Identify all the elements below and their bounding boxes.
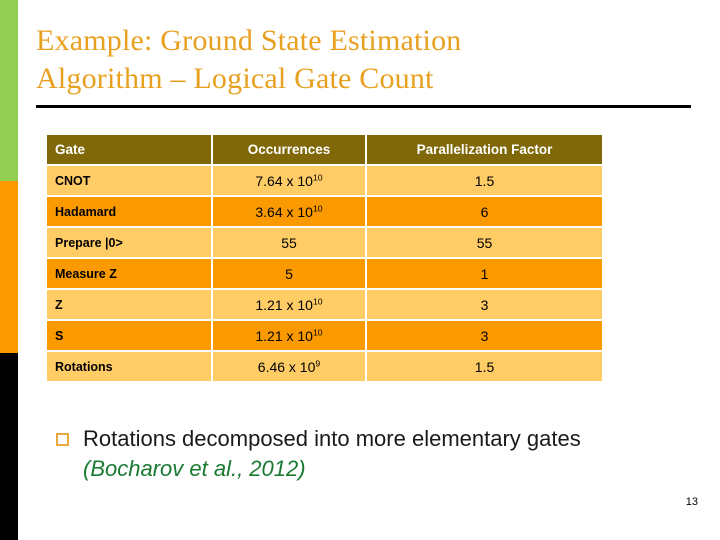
occurrence-mantissa: 6.46 x 10	[257, 358, 316, 375]
table-row: CNOT 7.64 x 1010 1.5	[47, 166, 602, 195]
cell-gate: CNOT	[47, 166, 211, 195]
cell-occurrences: 6.46 x 109	[213, 352, 365, 381]
cell-gate: Hadamard	[47, 197, 211, 226]
cell-parallelization-factor: 1	[367, 259, 602, 288]
cell-parallelization-factor: 1.5	[367, 166, 602, 195]
cell-parallelization-factor: 6	[367, 197, 602, 226]
cell-gate: Z	[47, 290, 211, 319]
column-header-occurrences: Occurrences	[213, 135, 365, 164]
cell-parallelization-factor: 1.5	[367, 352, 602, 381]
cell-parallelization-factor: 55	[367, 228, 602, 257]
occurrence-mantissa: 7.64 x 10	[255, 172, 313, 189]
citation-reference: (Bocharov et al., 2012)	[83, 455, 306, 481]
list-item: Rotations decomposed into more elementar…	[83, 424, 671, 484]
table-body: CNOT 7.64 x 1010 1.5 Hadamard 3.64 x 1010 6 Pr…	[47, 166, 602, 381]
cell-occurrences: 5	[213, 259, 365, 288]
bullet-list: Rotations decomposed into more elementar…	[56, 424, 671, 484]
table-row: Z 1.21 x 1010 3	[47, 290, 602, 319]
occurrence-mantissa: 3.64 x 10	[255, 203, 313, 220]
table-header-row: Gate Occurrences Parallelization Factor	[47, 135, 602, 164]
occurrence-exponent: 9	[315, 357, 321, 368]
cell-occurrences: 3.64 x 1010	[213, 197, 365, 226]
occurrence-mantissa: 1.21 x 10	[255, 296, 313, 313]
cell-occurrences: 55	[213, 228, 365, 257]
column-header-parallelization: Parallelization Factor	[367, 135, 602, 164]
cell-occurrences: 1.21 x 1010	[213, 290, 365, 319]
table-header: Gate Occurrences Parallelization Factor	[47, 135, 602, 164]
page-number: 13	[685, 496, 698, 508]
stripe-segment-orange	[0, 181, 18, 353]
table-row: Hadamard 3.64 x 1010 6	[47, 197, 602, 226]
table-row: S 1.21 x 1010 3	[47, 321, 602, 350]
occurrence-exponent: 10	[312, 171, 323, 182]
cell-occurrences: 1.21 x 1010	[213, 321, 365, 350]
occurrence-exponent: 10	[312, 326, 323, 337]
table-row: Rotations 6.46 x 109 1.5	[47, 352, 602, 381]
cell-gate: Prepare |0>	[47, 228, 211, 257]
table-row: Measure Z51	[47, 259, 602, 288]
bullet-text-main: Rotations decomposed into more elementar…	[83, 426, 581, 451]
stripe-segment-black	[0, 353, 18, 540]
cell-occurrences: 7.64 x 1010	[213, 166, 365, 195]
cell-gate: Rotations	[47, 352, 211, 381]
occurrence-exponent: 10	[312, 295, 323, 306]
stripe-segment-green	[0, 0, 18, 181]
square-bullet-icon	[56, 433, 69, 446]
occurrence-exponent: 10	[312, 202, 323, 213]
page-title: Example: Ground State Estimation Algorit…	[36, 24, 462, 95]
left-accent-stripe	[0, 0, 18, 540]
title-block: Example: Ground State Estimation Algorit…	[36, 22, 696, 97]
cell-parallelization-factor: 3	[367, 290, 602, 319]
column-header-gate: Gate	[47, 135, 211, 164]
cell-gate: S	[47, 321, 211, 350]
cell-gate: Measure Z	[47, 259, 211, 288]
cell-parallelization-factor: 3	[367, 321, 602, 350]
occurrence-mantissa: 1.21 x 10	[255, 327, 313, 344]
logical-gate-count-table: Gate Occurrences Parallelization Factor …	[45, 133, 604, 383]
table-row: Prepare |0> 55 55	[47, 228, 602, 257]
title-divider-rule	[36, 105, 691, 108]
